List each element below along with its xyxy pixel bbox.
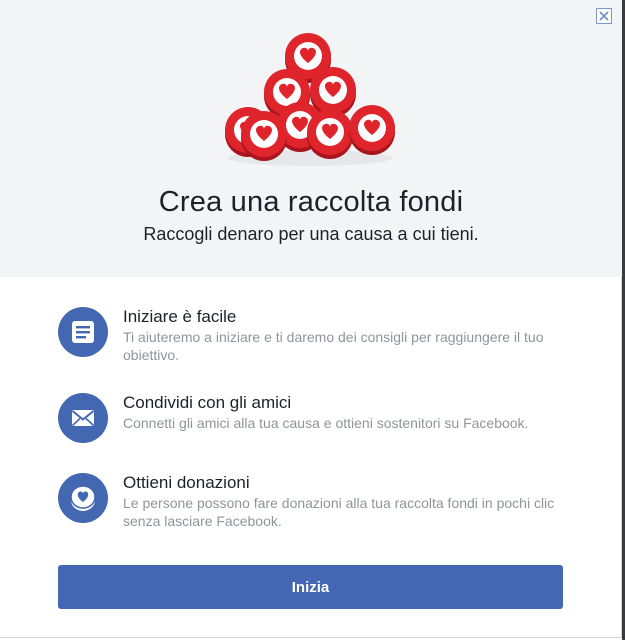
hearts-illustration (225, 33, 395, 166)
feature-title: Condividi con gli amici (123, 393, 292, 412)
dialog-title: Crea una raccolta fondi (158, 186, 464, 218)
start-button[interactable]: Inizia (58, 565, 563, 609)
envelope-icon (58, 393, 108, 443)
heart-coin-icon (58, 473, 108, 523)
feature-title: Iniziare è facile (123, 307, 237, 326)
dialog-subtitle: Raccogli denaro per una causa a cui tien… (143, 224, 479, 244)
fundraiser-dialog: Crea una raccolta fondi Raccogli denaro … (0, 0, 622, 638)
feature-description: Connetti gli amici alla tua causa e otti… (123, 415, 529, 431)
feature-description: Ti aiuteremo a iniziare e ti daremo dei … (123, 329, 544, 363)
feature-description: Le persone possono fare donazioni alla t… (123, 495, 555, 529)
dialog-hero: Crea una raccolta fondi Raccogli denaro … (0, 0, 622, 277)
document-icon (58, 307, 108, 357)
close-icon (596, 8, 612, 24)
feature-title: Ottieni donazioni (123, 473, 250, 492)
close-button[interactable] (596, 8, 612, 24)
